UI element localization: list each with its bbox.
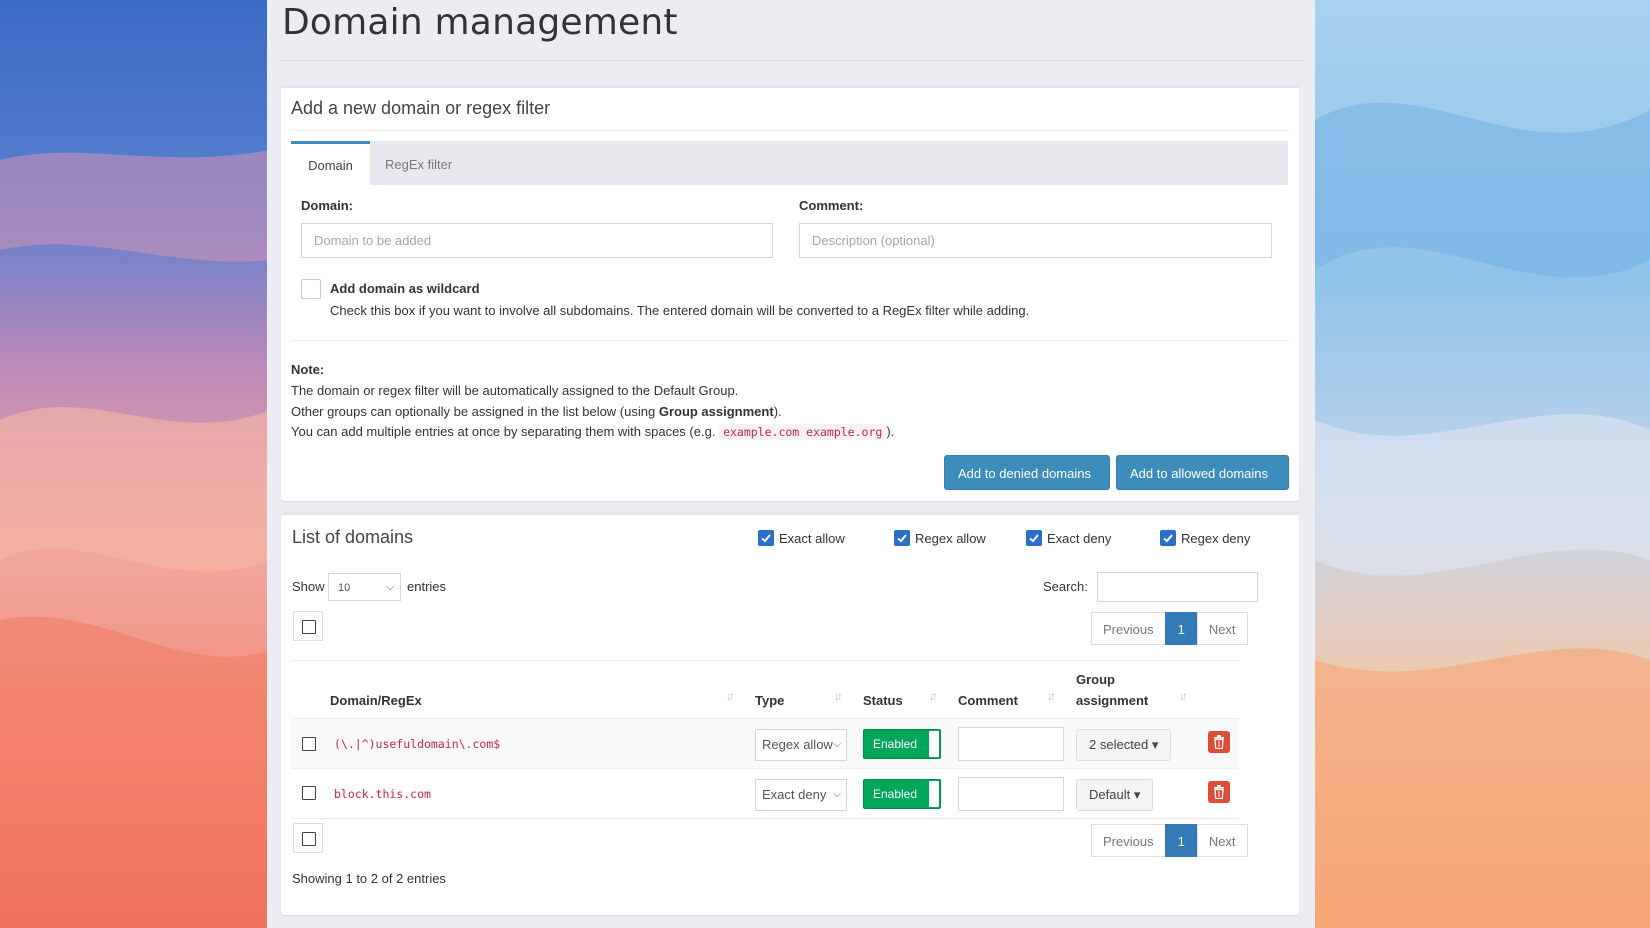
add-to-denied-button[interactable]: Add to denied domains bbox=[944, 455, 1110, 490]
chevron-down-icon: ⌵ bbox=[386, 582, 394, 593]
row-comment-input[interactable] bbox=[958, 777, 1064, 811]
page-title: Domain management bbox=[282, 2, 678, 43]
divider bbox=[291, 340, 1289, 341]
divider bbox=[291, 130, 1289, 131]
add-domain-box: Add a new domain or regex filter Domain … bbox=[281, 85, 1299, 501]
search-input[interactable] bbox=[1097, 572, 1258, 602]
filter-exact-deny[interactable]: Exact deny bbox=[1026, 530, 1111, 546]
row-checkbox[interactable] bbox=[302, 786, 316, 800]
checkbox-checked-icon[interactable] bbox=[1026, 530, 1042, 546]
checkbox-checked-icon[interactable] bbox=[894, 530, 910, 546]
note-title: Note: bbox=[291, 362, 325, 377]
domain-list-box: List of domains Exact allow Regex allow … bbox=[281, 512, 1299, 915]
previous-button[interactable]: Previous bbox=[1091, 612, 1166, 645]
previous-button[interactable]: Previous bbox=[1091, 824, 1166, 857]
select-all-checkbox-bottom[interactable] bbox=[302, 832, 316, 846]
main-content: Domain management Add a new domain or re… bbox=[267, 0, 1315, 928]
sort-icon[interactable]: ↓↑ bbox=[834, 689, 843, 703]
wildcard-label: Add domain as wildcard bbox=[330, 281, 480, 296]
caret-down-icon: ▾ bbox=[1133, 787, 1141, 802]
comment-input[interactable] bbox=[799, 223, 1272, 258]
next-button[interactable]: Next bbox=[1196, 612, 1248, 645]
tab-regex-filter[interactable]: RegEx filter bbox=[385, 141, 452, 185]
delete-button[interactable] bbox=[1208, 731, 1230, 753]
row-type-select[interactable]: Exact deny ⌵ bbox=[755, 779, 847, 811]
column-group-line2[interactable]: assignment bbox=[1076, 693, 1148, 708]
page-1-button[interactable]: 1 bbox=[1164, 612, 1198, 645]
column-status[interactable]: Status bbox=[863, 693, 903, 708]
caret-down-icon: ▾ bbox=[1151, 737, 1159, 752]
row-checkbox[interactable] bbox=[302, 737, 316, 751]
sort-icon[interactable]: ↓↑ bbox=[929, 689, 938, 703]
tab-bar: Domain RegEx filter bbox=[291, 141, 1288, 185]
trash-icon bbox=[1214, 785, 1224, 799]
row-type-select[interactable]: Regex allow ⌵ bbox=[755, 729, 847, 761]
pagination-bottom: Previous 1 Next bbox=[1091, 824, 1248, 857]
comment-label: Comment: bbox=[799, 198, 864, 213]
filter-exact-allow[interactable]: Exact allow bbox=[758, 530, 845, 546]
tab-domain[interactable]: Domain bbox=[291, 141, 370, 185]
select-all-frame bbox=[293, 823, 323, 853]
trash-icon bbox=[1214, 735, 1224, 749]
domain-input[interactable] bbox=[301, 223, 773, 258]
page-1-button[interactable]: 1 bbox=[1164, 824, 1198, 857]
filter-regex-deny[interactable]: Regex deny bbox=[1160, 530, 1250, 546]
delete-button[interactable] bbox=[1208, 781, 1230, 803]
select-all-frame bbox=[293, 611, 323, 641]
wildcard-help-text: Check this box if you want to involve al… bbox=[330, 303, 1030, 318]
note-line-3: You can add multiple entries at once by … bbox=[291, 424, 895, 440]
add-box-title: Add a new domain or regex filter bbox=[291, 98, 551, 118]
table-divider bbox=[291, 818, 1239, 819]
row-status-toggle[interactable]: Enabled bbox=[863, 779, 941, 809]
title-divider bbox=[282, 60, 1305, 61]
chevron-down-icon: ⌵ bbox=[833, 739, 841, 750]
add-to-allowed-button[interactable]: Add to allowed domains bbox=[1116, 455, 1289, 490]
wildcard-checkbox[interactable] bbox=[301, 279, 321, 299]
sort-icon[interactable]: ↓↑ bbox=[1179, 689, 1188, 703]
domain-label: Domain: bbox=[301, 198, 353, 213]
search-label: Search: bbox=[1043, 579, 1088, 594]
row-domain: (\.|^)usefuldomain\.com$ bbox=[334, 737, 501, 751]
column-type[interactable]: Type bbox=[755, 693, 784, 708]
note-line-2: Other groups can optionally be assigned … bbox=[291, 404, 782, 419]
select-all-checkbox-top[interactable] bbox=[302, 620, 316, 634]
filter-regex-allow[interactable]: Regex allow bbox=[894, 530, 986, 546]
row-status-toggle[interactable]: Enabled bbox=[863, 729, 941, 759]
table-divider bbox=[291, 660, 1239, 661]
row-group-dropdown[interactable]: 2 selected ▾ bbox=[1076, 729, 1172, 761]
row-domain: block.this.com bbox=[334, 787, 431, 801]
list-box-title: List of domains bbox=[292, 527, 414, 547]
example-code: example.com example.org bbox=[719, 424, 887, 440]
entries-label: entries bbox=[407, 579, 447, 594]
sort-icon[interactable]: ↓↑ bbox=[726, 689, 735, 703]
row-comment-input[interactable] bbox=[958, 727, 1064, 761]
chevron-down-icon: ⌵ bbox=[833, 789, 841, 800]
show-label: Show bbox=[292, 579, 325, 594]
pagination-top: Previous 1 Next bbox=[1091, 612, 1248, 645]
checkbox-checked-icon[interactable] bbox=[758, 530, 774, 546]
note-line-1: The domain or regex filter will be autom… bbox=[291, 383, 739, 398]
sort-icon[interactable]: ↓↑ bbox=[1047, 689, 1056, 703]
checkbox-checked-icon[interactable] bbox=[1160, 530, 1176, 546]
next-button[interactable]: Next bbox=[1196, 824, 1248, 857]
row-group-dropdown[interactable]: Default ▾ bbox=[1076, 779, 1154, 811]
column-comment[interactable]: Comment bbox=[958, 693, 1018, 708]
column-group-line1[interactable]: Group bbox=[1076, 672, 1115, 687]
page-size-select[interactable]: 10 ⌵ bbox=[328, 573, 401, 601]
column-domain[interactable]: Domain/RegEx bbox=[330, 693, 422, 708]
table-info: Showing 1 to 2 of 2 entries bbox=[292, 871, 446, 886]
